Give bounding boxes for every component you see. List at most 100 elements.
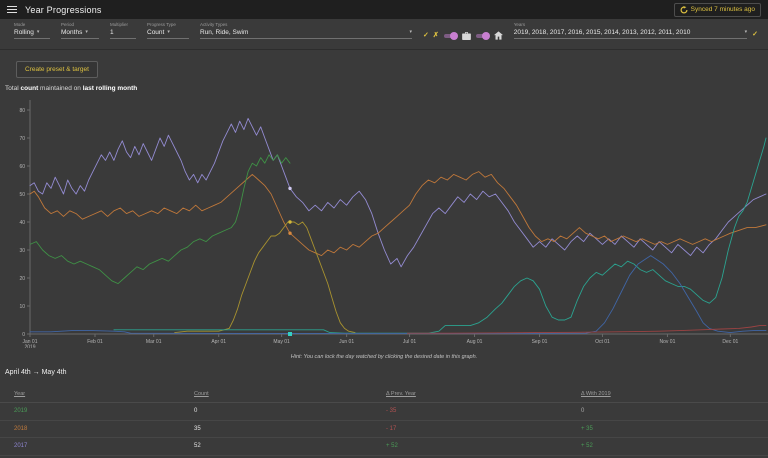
x-tick-label: Sep 01 bbox=[532, 339, 548, 345]
count-cell: 0 bbox=[194, 408, 386, 414]
y-tick-label: 0 bbox=[22, 332, 25, 338]
table-row[interactable]: 201835- 17+ 35 bbox=[0, 421, 768, 439]
menu-icon[interactable] bbox=[7, 6, 17, 14]
line-series-teal bbox=[114, 138, 766, 333]
x-tick-label: Jun 01 bbox=[339, 339, 354, 345]
y-tick-label: 50 bbox=[19, 192, 25, 198]
activity-types-select[interactable]: Activity Types Run, Ride, Swim▾ bbox=[200, 22, 412, 39]
commute-toggle[interactable] bbox=[443, 32, 458, 40]
app-bar: Year Progressions Synced 7 minutes ago bbox=[0, 0, 768, 19]
column-header-delta-prev[interactable]: Δ Prev. Year bbox=[386, 391, 581, 397]
home-toggle[interactable] bbox=[475, 32, 490, 40]
column-header-count[interactable]: Count bbox=[194, 391, 386, 397]
progress-type-value: Count bbox=[147, 29, 164, 36]
year-cell: 2017 bbox=[0, 443, 194, 449]
progression-table-body: 20190- 350201835- 17+ 35201752+ 52+ 52 bbox=[0, 403, 768, 456]
chevron-down-icon: ▾ bbox=[693, 30, 747, 35]
x-tick-label: Jul 01 bbox=[403, 339, 417, 345]
confirm-icon[interactable]: ✓ bbox=[752, 31, 758, 38]
y-tick-label: 80 bbox=[19, 108, 25, 114]
x-tick-label: Aug 01 bbox=[467, 339, 483, 345]
arrow-right-icon: → bbox=[33, 369, 40, 376]
y-tick-label: 10 bbox=[19, 304, 25, 310]
column-header-year[interactable]: Year bbox=[0, 391, 194, 397]
x-tick-label: Dec 01 bbox=[722, 339, 738, 345]
watched-olive-marker bbox=[288, 220, 291, 223]
delta-prev-cell: - 17 bbox=[386, 426, 581, 432]
progress-type-select[interactable]: Progress Type Count▾ bbox=[147, 22, 189, 39]
clear-icon[interactable]: ✗ bbox=[433, 32, 439, 39]
x-tick-label: May 01 bbox=[273, 339, 290, 345]
sync-status-button[interactable]: Synced 7 minutes ago bbox=[674, 3, 761, 17]
delta-2019-cell: 0 bbox=[581, 408, 768, 414]
chart-area: 01020304050607080Jan 012019Feb 01Mar 01A… bbox=[0, 94, 768, 353]
delta-prev-cell: + 52 bbox=[386, 443, 581, 449]
x-tick-label: Oct 01 bbox=[595, 339, 610, 345]
chart-hint: Hint: You can lock the day watched by cl… bbox=[0, 354, 768, 360]
year-cell: 2018 bbox=[0, 426, 194, 432]
table-header-row: Year Count Δ Prev. Year Δ With 2019 bbox=[0, 387, 768, 403]
line-series-red bbox=[407, 326, 766, 334]
y-tick-label: 30 bbox=[19, 248, 25, 254]
chevron-down-icon: ▾ bbox=[251, 30, 412, 35]
y-tick-label: 70 bbox=[19, 136, 25, 142]
year-cell: 2019 bbox=[0, 408, 194, 414]
x-tick-label: Apr 01 bbox=[211, 339, 226, 345]
delta-prev-cell: - 35 bbox=[386, 408, 581, 414]
briefcase-icon bbox=[462, 32, 471, 40]
years-label: Years bbox=[514, 22, 747, 27]
line-series-blue bbox=[30, 256, 766, 334]
column-header-delta-2019[interactable]: Δ With 2019 bbox=[581, 391, 768, 397]
mode-select[interactable]: Mode Rolling▾ bbox=[14, 22, 50, 39]
mode-value: Rolling bbox=[14, 29, 34, 36]
years-select[interactable]: Years 2019, 2018, 2017, 2016, 2015, 2014… bbox=[514, 22, 747, 39]
create-preset-target-button[interactable]: Create preset & target bbox=[16, 61, 98, 78]
activity-types-label: Activity Types bbox=[200, 22, 412, 27]
progression-chart[interactable]: 01020304050607080Jan 012019Feb 01Mar 01A… bbox=[0, 94, 768, 348]
mode-label: Mode bbox=[14, 22, 50, 27]
count-cell: 52 bbox=[194, 443, 386, 449]
activity-types-value: Run, Ride, Swim bbox=[200, 29, 248, 36]
progress-type-label: Progress Type bbox=[147, 22, 189, 27]
years-actions: ✓ bbox=[752, 31, 758, 38]
confirm-icon[interactable]: ✓ bbox=[423, 32, 429, 39]
watched-2018-marker bbox=[288, 232, 291, 235]
chart-title: Total count maintained on last rolling m… bbox=[5, 85, 768, 92]
activity-filter-actions: ✓ ✗ bbox=[423, 31, 503, 40]
y-tick-label: 40 bbox=[19, 220, 25, 226]
multiplier-label: Multiplier bbox=[110, 22, 136, 27]
y-tick-label: 20 bbox=[19, 276, 25, 282]
table-row[interactable]: 20190- 350 bbox=[0, 403, 768, 421]
range-from: April 4th bbox=[5, 369, 31, 376]
x-tick-label: Nov 01 bbox=[660, 339, 676, 345]
line-year-2019 bbox=[30, 155, 290, 284]
x-tick-label: Mar 01 bbox=[146, 339, 162, 345]
range-to: May 4th bbox=[42, 369, 67, 376]
watched-2017-marker bbox=[288, 187, 291, 190]
x-tick-label: Feb 01 bbox=[87, 339, 103, 345]
delta-2019-cell: + 52 bbox=[581, 443, 768, 449]
count-cell: 35 bbox=[194, 426, 386, 432]
chevron-down-icon: ▾ bbox=[37, 30, 40, 35]
chevron-down-icon: ▾ bbox=[167, 30, 170, 35]
page-title: Year Progressions bbox=[25, 5, 102, 15]
settings-toolbar: Mode Rolling▾ Period Months▾ Multiplier … bbox=[0, 19, 768, 50]
table-row[interactable]: 201752+ 52+ 52 bbox=[0, 438, 768, 456]
period-select[interactable]: Period Months▾ bbox=[61, 22, 99, 39]
sync-icon bbox=[680, 6, 688, 14]
period-value: Months bbox=[61, 29, 82, 36]
delta-2019-cell: + 35 bbox=[581, 426, 768, 432]
line-year-2018 bbox=[30, 172, 766, 256]
sync-status-label: Synced 7 minutes ago bbox=[691, 6, 755, 13]
years-value: 2019, 2018, 2017, 2016, 2015, 2014, 2013… bbox=[514, 29, 691, 36]
home-icon bbox=[494, 31, 503, 40]
watched-range-heading: April 4th → May 4th bbox=[5, 369, 768, 376]
multiplier-input[interactable]: Multiplier 1 bbox=[110, 22, 136, 39]
chevron-down-icon: ▾ bbox=[85, 30, 88, 35]
x-tick-sublabel: 2019 bbox=[24, 345, 35, 349]
y-tick-label: 60 bbox=[19, 164, 25, 170]
watched-2019-marker bbox=[288, 332, 292, 336]
period-label: Period bbox=[61, 22, 99, 27]
line-series-olive bbox=[175, 222, 355, 333]
progression-table: Year Count Δ Prev. Year Δ With 2019 2019… bbox=[0, 387, 768, 456]
